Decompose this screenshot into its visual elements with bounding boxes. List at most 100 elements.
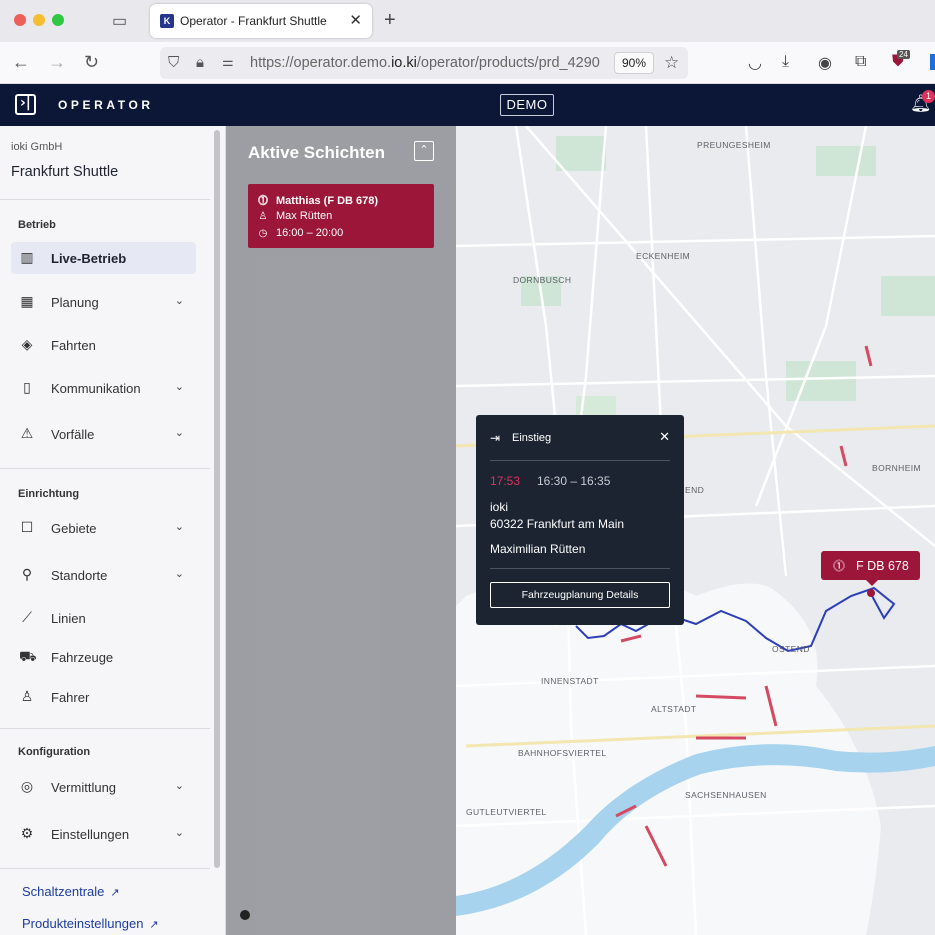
- sidebar-item-incidents[interactable]: ⚠ Vorfälle ⌄: [11, 418, 196, 450]
- passenger-name: Maximilian Rütten: [490, 542, 586, 556]
- vehicle-position-marker[interactable]: [867, 589, 875, 597]
- district-label: SACHSENHAUSEN: [685, 790, 767, 800]
- sidebar-item-rides[interactable]: ◈ Fahrten: [11, 329, 196, 361]
- permissions-icon[interactable]: ⚌: [222, 54, 234, 70]
- sidebar-item-label: Einstellungen: [51, 827, 130, 842]
- chevron-down-icon: ⌄: [174, 568, 184, 580]
- browser-tab-active[interactable]: K Operator - Frankfurt Shuttle ✕: [150, 4, 372, 38]
- external-link-icon: ↗: [149, 919, 159, 931]
- map-attribution-icon[interactable]: [240, 910, 250, 920]
- district-label: BAHNHOFSVIERTEL: [518, 748, 607, 758]
- sidebar-item-locations[interactable]: ⚲ Standorte ⌄: [11, 559, 196, 591]
- shift-card[interactable]: ⓵ Matthias (F DB 678) ♙ Max Rütten ◷ 16:00 …: [248, 184, 434, 248]
- map-view[interactable]: PREUNGESHEIM ECKENHEIM DORNBUSCH BORNHEI…: [226, 126, 935, 935]
- sidebar-item-label: Vermittlung: [51, 780, 117, 795]
- person-icon: ♙: [20, 688, 34, 704]
- ioki-logo-icon[interactable]: ›|: [15, 94, 36, 115]
- maximize-window-button[interactable]: [52, 14, 64, 26]
- district-label: DORNBUSCH: [513, 275, 572, 285]
- sidebar-item-live[interactable]: ▥ Live-Betrieb: [11, 242, 196, 274]
- close-icon[interactable]: ✕: [659, 429, 670, 445]
- sidebar-item-areas[interactable]: ☐ Gebiete ⌄: [11, 512, 196, 544]
- district-label: GUTLEUTVIERTEL: [466, 807, 547, 817]
- tab-close-icon[interactable]: ✕: [349, 11, 362, 29]
- sidebar-item-label: Gebiete: [51, 521, 97, 536]
- lock-icon[interactable]: 🔒︎: [196, 54, 204, 71]
- sidebar-item-communication[interactable]: ▯ Kommunikation ⌄: [11, 372, 196, 404]
- product-name[interactable]: Frankfurt Shuttle: [11, 164, 118, 180]
- divider: [490, 460, 670, 461]
- chevron-down-icon: ⌄: [174, 780, 184, 792]
- address-line-2: 60322 Frankfurt am Main: [490, 517, 625, 531]
- vehicle-planning-details-button[interactable]: Fahrzeugplanung Details: [490, 582, 670, 608]
- extensions-icon[interactable]: ⧉: [855, 53, 866, 71]
- vehicle-label[interactable]: ⓵ F DB 678: [821, 551, 920, 580]
- sidebar-item-label: Planung: [51, 295, 99, 310]
- person-icon: ♙: [258, 211, 268, 222]
- section-setup: Einrichtung: [18, 488, 80, 500]
- product-settings-link[interactable]: Produkteinstellungen ↗: [22, 916, 159, 931]
- section-operations: Betrieb: [18, 219, 56, 231]
- district-label: PREUNGESHEIM: [697, 140, 771, 150]
- tab-overview-icon[interactable]: ▭: [112, 11, 134, 31]
- download-icon[interactable]: ⤓: [782, 53, 789, 71]
- calendar-icon: ▦: [20, 293, 34, 309]
- collapse-panel-button[interactable]: ⌃: [414, 141, 434, 161]
- active-shifts-panel: Aktive Schichten ⌃ ⓵ Matthias (F DB 678) …: [226, 126, 456, 935]
- divider: [0, 199, 210, 200]
- shift-time: ◷ 16:00 – 20:00: [256, 227, 344, 239]
- district-label: INNENSTADT: [541, 676, 599, 686]
- sidebar-item-dispatch[interactable]: ◎ Vermittlung ⌄: [11, 771, 196, 803]
- sidebar-item-label: Fahrer: [51, 690, 90, 705]
- tab-title: Operator - Frankfurt Shuttle: [180, 14, 327, 28]
- pickup-time-window: 16:30 – 16:35: [537, 474, 611, 488]
- warning-icon: ⚠: [20, 425, 34, 441]
- environment-badge: DEMO: [500, 94, 554, 116]
- section-configuration: Konfiguration: [18, 746, 91, 758]
- sidebar-item-lines[interactable]: ⟋ Linien: [11, 602, 196, 634]
- trend-line-icon: ⟋: [22, 609, 32, 625]
- pocket-icon[interactable]: ◡: [748, 53, 762, 73]
- back-icon[interactable]: ←: [12, 52, 30, 73]
- app-header: ›| OPERATOR DEMO 🔔︎ 1: [0, 84, 935, 126]
- new-tab-icon[interactable]: +: [384, 9, 396, 32]
- popup-heading: Einstieg: [512, 432, 552, 444]
- url-text[interactable]: https://operator.demo.io.ki/operator/pro…: [250, 55, 606, 71]
- url-bar[interactable]: ⛉ 🔒︎ ⚌ https://operator.demo.io.ki/opera…: [160, 47, 688, 79]
- location-pin-icon: ⚲: [21, 566, 33, 582]
- alert-icon: ⓵: [258, 196, 268, 207]
- bookmark-star-icon[interactable]: ☆: [664, 53, 679, 73]
- sidebar-item-label: Fahrten: [51, 338, 96, 353]
- route-icon: ◈: [21, 336, 33, 352]
- sidebar-item-settings[interactable]: ⚙ Einstellungen ⌄: [11, 818, 196, 850]
- shield-icon[interactable]: ⛉: [168, 54, 179, 71]
- sidebar-item-label: Kommunikation: [51, 381, 141, 396]
- toggle-icon: ◎: [20, 778, 34, 794]
- sidebar-item-label: Fahrzeuge: [51, 650, 114, 665]
- sidebar-item-label: Linien: [51, 611, 86, 626]
- zoom-level[interactable]: 90%: [614, 52, 654, 74]
- account-icon[interactable]: ◉: [818, 53, 832, 73]
- vehicle-label-pointer: [866, 580, 878, 586]
- sidebar-item-label: Standorte: [51, 568, 108, 583]
- reload-icon[interactable]: ↻: [84, 52, 99, 73]
- sidebar-item-label: Vorfälle: [51, 427, 95, 442]
- sidebar-item-drivers[interactable]: ♙ Fahrer: [11, 681, 196, 713]
- forward-icon[interactable]: →: [48, 52, 66, 73]
- brand-name: OPERATOR: [58, 98, 154, 112]
- minimize-window-button[interactable]: [33, 14, 45, 26]
- current-time: 17:53: [490, 474, 521, 488]
- close-window-button[interactable]: [14, 14, 26, 26]
- sidebar: ioki GmbH Frankfurt Shuttle Betrieb ▥ Li…: [0, 126, 226, 935]
- sidebar-item-planning[interactable]: ▦ Planung ⌄: [11, 286, 196, 318]
- sidebar-item-label: Live-Betrieb: [51, 251, 127, 266]
- sidebar-scrollbar[interactable]: [214, 130, 220, 868]
- phone-icon: ▯: [23, 379, 31, 395]
- overflow-icon[interactable]: [930, 54, 935, 70]
- sidebar-item-vehicles[interactable]: ⛟ Fahrzeuge: [11, 641, 196, 673]
- organization-name: ioki GmbH: [11, 141, 63, 153]
- chevron-down-icon: ⌄: [174, 827, 184, 839]
- district-label: ALTSTADT: [651, 704, 697, 714]
- control-center-link[interactable]: Schaltzentrale ↗: [22, 884, 120, 899]
- chevron-down-icon: ⌄: [174, 381, 184, 393]
